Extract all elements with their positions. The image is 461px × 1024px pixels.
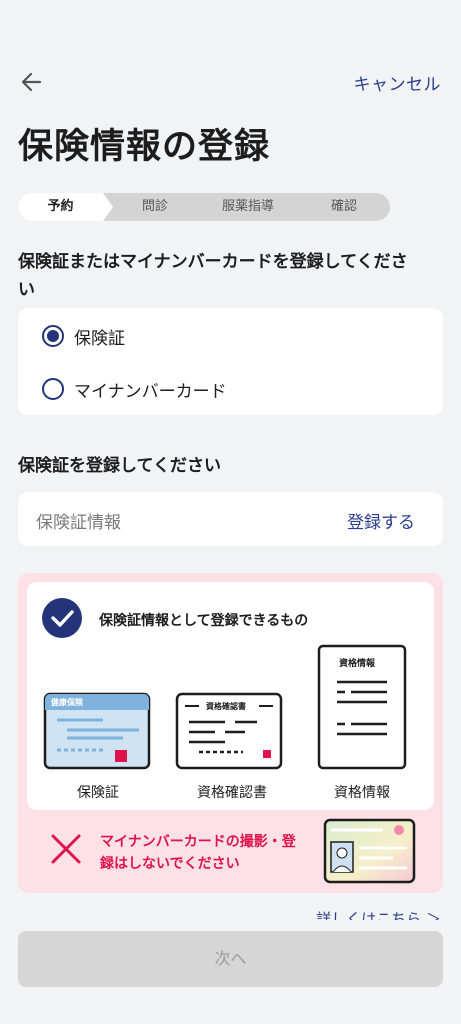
insurance-info-placeholder: 保険証情報 — [36, 513, 121, 533]
card-type-question-line1: 保険証またはマイナンバーカードを登録してくださ — [18, 252, 408, 272]
radio-unchecked-icon[interactable] — [42, 378, 64, 400]
top-bar: キャンセル — [0, 64, 461, 100]
option-mynumber-card[interactable]: マイナンバーカード — [42, 374, 227, 404]
insurance-card-label: 健康保険 — [51, 697, 84, 707]
option-label: 保険証 — [74, 328, 125, 349]
mynumber-card-illustration — [323, 818, 416, 884]
cancel-button[interactable]: キャンセル — [354, 70, 442, 95]
mynumber-warning-text: マイナンバーカードの撮影・登 録はしないでください — [100, 834, 296, 872]
document-guide-panel: 保険証情報として登録できるもの 健康保険 保険証 資格確認書 資格確認書 資格情… — [18, 573, 443, 893]
accepted-documents-title: 保険証情報として登録できるもの — [99, 613, 309, 629]
option-insurance-card[interactable]: 保険証 — [42, 321, 125, 351]
qualification-certificate-illustration: 資格確認書 — [175, 692, 283, 770]
qualification-info-illustration: 資格情報 — [317, 644, 407, 770]
progress-stepper: 予約 問診 服薬指導 確認 — [18, 193, 390, 221]
doc-caption-qualification-info: 資格情報 — [334, 785, 390, 801]
option-label: マイナンバーカード — [74, 381, 227, 402]
radio-checked-icon[interactable] — [42, 325, 64, 347]
step-interview: 問診 — [141, 199, 168, 214]
insurance-heading: 保険証を登録してください — [18, 456, 221, 476]
card-type-question-line2: い — [18, 280, 35, 300]
register-button[interactable]: 登録する — [347, 508, 415, 533]
card-type-options: 保険証 マイナンバーカード — [18, 308, 443, 415]
step-arrow — [103, 193, 113, 221]
info-sheet-label: 資格情報 — [339, 657, 376, 669]
doc-caption-insurance: 保険証 — [77, 785, 119, 801]
check-icon — [42, 598, 82, 638]
details-link[interactable]: 詳しくはこちら ＞ — [316, 908, 441, 920]
accepted-documents-box: 保険証情報として登録できるもの 健康保険 保険証 資格確認書 資格確認書 資格情… — [27, 582, 434, 810]
step-confirm: 確認 — [330, 199, 357, 214]
cross-icon — [51, 834, 81, 864]
step-medication-guidance: 服薬指導 — [221, 199, 274, 214]
page-title: 保険情報の登録 — [18, 127, 271, 167]
certificate-card-label: 資格確認書 — [206, 701, 246, 711]
doc-caption-qualification-certificate: 資格確認書 — [197, 785, 267, 801]
step-reservation: 予約 — [18, 193, 103, 221]
card-type-question: 保険証またはマイナンバーカードを登録してくださ い — [18, 248, 408, 304]
insurance-card-illustration: 健康保険 — [43, 692, 151, 770]
next-button[interactable]: 次へ — [18, 931, 443, 987]
insurance-info-field[interactable]: 保険証情報 登録する — [18, 492, 443, 546]
arrow-left-icon[interactable] — [18, 68, 46, 96]
